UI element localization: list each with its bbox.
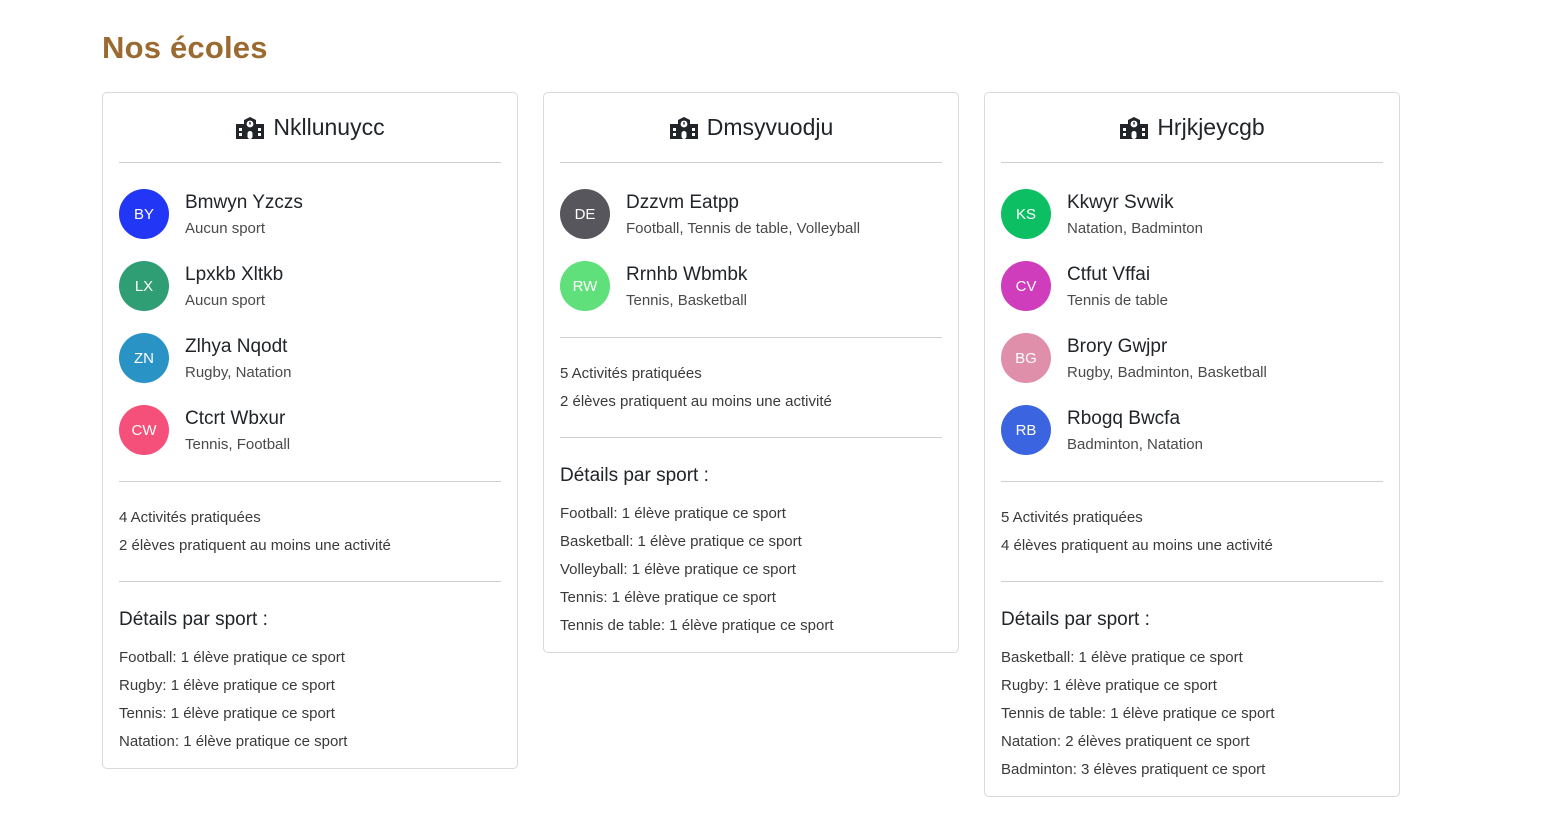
student-sports: Badminton, Natation [1067,435,1203,453]
student-name: Bmwyn Yzczs [185,191,303,213]
school-header: Dmsyvuodju [560,93,942,163]
sport-detail-line: Basketball: 1 élève pratique ce sport [560,533,802,550]
student-list: KS Kkwyr Svwik Natation, Badminton CV Ctfut … [1001,163,1383,482]
school-name: Hrjkjeycgb [1157,114,1265,140]
avatar: RB [1001,405,1051,455]
student-name: Dzzvm Eatpp [626,191,739,213]
school-name: Nkllunuycc [273,114,385,140]
school-stats: 4 Activités pratiquées 2 élèves pratiquen… [119,482,501,582]
activities-count: 5 Activités pratiquées [1001,509,1143,526]
student-name: Ctcrt Wbxur [185,407,286,429]
student-item: DE Dzzvm Eatpp Football, Tennis de table, … [560,178,942,250]
school-cards: Nkllunuycc BY Bmwyn Yzczs Aucun sport LX Lpxk… [102,92,1400,797]
page-title: Nos écoles [102,30,268,65]
sport-detail-line: Football: 1 élève pratique ce sport [560,505,786,522]
student-name: Kkwyr Svwik [1067,191,1174,213]
avatar: BY [119,189,169,239]
active-students-count: 2 élèves pratiquent au moins une activit… [560,393,832,410]
student-item: RW Rrnhb Wbmbk Tennis, Basketball [560,250,942,322]
details-title: Détails par sport : [560,465,709,486]
avatar: BG [1001,333,1051,383]
student-item: BG Brory Gwjpr Rugby, Badminton, Basketbal… [1001,322,1383,394]
student-sports: Aucun sport [185,219,266,237]
student-item: LX Lpxkb Xltkb Aucun sport [119,250,501,322]
student-name: Ctfut Vffai [1067,263,1151,285]
sport-detail-line: Tennis: 1 élève pratique ce sport [119,705,335,722]
avatar: CV [1001,261,1051,311]
active-students-count: 4 élèves pratiquent au moins une activit… [1001,537,1273,554]
sport-detail-line: Tennis de table: 1 élève pratique ce spo… [560,617,834,634]
details-title: Détails par sport : [119,609,268,630]
student-sports: Tennis, Football [185,435,291,453]
sport-details: Détails par sport : Football: 1 élève pra… [119,582,501,756]
student-name: Lpxkb Xltkb [185,263,284,285]
school-card: Hrjkjeycgb KS Kkwyr Svwik Natation, Badmint… [984,92,1400,797]
sport-detail-line: Tennis: 1 élève pratique ce sport [560,589,776,606]
sport-detail-line: Badminton: 3 élèves pratiquent ce sport [1001,761,1266,778]
student-name: Rbogq Bwcfa [1067,407,1181,429]
avatar: RW [560,261,610,311]
avatar: LX [119,261,169,311]
school-card: Nkllunuycc BY Bmwyn Yzczs Aucun sport LX Lpxk… [102,92,518,769]
student-item: CW Ctcrt Wbxur Tennis, Football [119,394,501,466]
student-list: DE Dzzvm Eatpp Football, Tennis de table, … [560,163,942,338]
sport-detail-line: Volleyball: 1 élève pratique ce sport [560,561,796,578]
student-list: BY Bmwyn Yzczs Aucun sport LX Lpxkb Xltkb Auc… [119,163,501,482]
school-card: Dmsyvuodju DE Dzzvm Eatpp Football, Tennis … [543,92,959,653]
sport-details: Détails par sport : Basketball: 1 élève p… [1001,582,1383,784]
school-icon [669,116,699,140]
sport-detail-line: Natation: 1 élève pratique ce sport [119,733,348,750]
sport-detail-line: Rugby: 1 élève pratique ce sport [1001,677,1217,694]
sport-detail-line: Tennis de table: 1 élève pratique ce spo… [1001,705,1275,722]
student-sports: Rugby, Badminton, Basketball [1067,363,1267,381]
student-sports: Rugby, Natation [185,363,292,381]
school-icon [1119,116,1149,140]
school-icon [235,116,265,140]
school-stats: 5 Activités pratiquées 4 élèves pratiquen… [1001,482,1383,582]
school-header: Nkllunuycc [119,93,501,163]
student-sports: Aucun sport [185,291,266,309]
student-item: CV Ctfut Vffai Tennis de table [1001,250,1383,322]
student-item: BY Bmwyn Yzczs Aucun sport [119,178,501,250]
school-name: Dmsyvuodju [706,114,834,140]
student-item: KS Kkwyr Svwik Natation, Badminton [1001,178,1383,250]
student-sports: Natation, Badminton [1067,219,1203,237]
activities-count: 5 Activités pratiquées [560,365,702,382]
sport-detail-line: Natation: 2 élèves pratiquent ce sport [1001,733,1250,750]
student-item: ZN Zlhya Nqodt Rugby, Natation [119,322,501,394]
avatar: DE [560,189,610,239]
details-title: Détails par sport : [1001,609,1150,630]
sport-details: Détails par sport : Football: 1 élève pra… [560,438,942,640]
avatar: CW [119,405,169,455]
student-name: Brory Gwjpr [1067,335,1168,357]
student-sports: Tennis de table [1067,291,1168,309]
avatar: ZN [119,333,169,383]
student-sports: Tennis, Basketball [626,291,747,309]
sport-detail-line: Football: 1 élève pratique ce sport [119,649,345,666]
active-students-count: 2 élèves pratiquent au moins une activit… [119,537,391,554]
school-header: Hrjkjeycgb [1001,93,1383,163]
student-item: RB Rbogq Bwcfa Badminton, Natation [1001,394,1383,466]
school-stats: 5 Activités pratiquées 2 élèves pratiquen… [560,338,942,438]
avatar: KS [1001,189,1051,239]
activities-count: 4 Activités pratiquées [119,509,261,526]
student-name: Rrnhb Wbmbk [626,263,748,285]
student-name: Zlhya Nqodt [185,335,288,357]
sport-detail-line: Rugby: 1 élève pratique ce sport [119,677,335,694]
student-sports: Football, Tennis de table, Volleyball [626,219,861,237]
sport-detail-line: Basketball: 1 élève pratique ce sport [1001,649,1243,666]
